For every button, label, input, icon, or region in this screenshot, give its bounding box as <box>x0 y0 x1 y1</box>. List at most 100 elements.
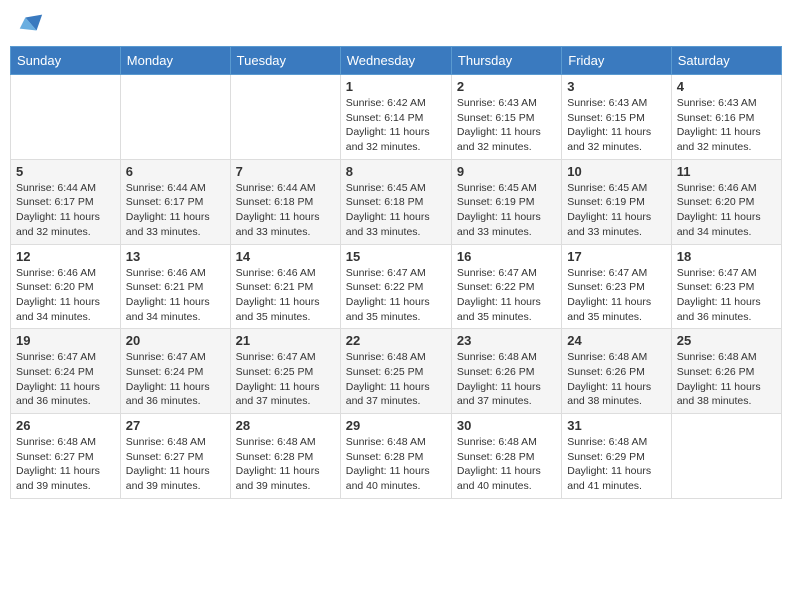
page-header <box>10 10 782 38</box>
calendar-cell: 3Sunrise: 6:43 AM Sunset: 6:15 PM Daylig… <box>562 75 671 160</box>
day-of-week-header: Sunday <box>11 47 121 75</box>
calendar-table: SundayMondayTuesdayWednesdayThursdayFrid… <box>10 46 782 499</box>
calendar-week-row: 1 Sunrise: 6:42 AM Sunset: 6:14 PM Daylig… <box>11 75 782 160</box>
day-info: Sunrise: 6:46 AM Sunset: 6:20 PM Dayligh… <box>677 181 776 240</box>
day-number: 31 <box>567 418 665 433</box>
calendar-cell: 7 Sunrise: 6:44 AM Sunset: 6:18 PM Daylig… <box>230 159 340 244</box>
day-number: 4 <box>677 79 776 94</box>
day-number: 19 <box>16 333 115 348</box>
day-info: Sunrise: 6:48 AM Sunset: 6:27 PM Dayligh… <box>126 435 225 494</box>
calendar-cell: 21 Sunrise: 6:47 AM Sunset: 6:25 PM Dayli… <box>230 329 340 414</box>
day-of-week-header: Saturday <box>671 47 781 75</box>
day-number: 2 <box>457 79 556 94</box>
calendar-cell <box>120 75 230 160</box>
day-info: Sunrise: 6:47 AM Sunset: 6:23 PM Dayligh… <box>677 266 776 325</box>
day-number: 16 <box>457 249 556 264</box>
day-info: Sunrise: 6:48 AM Sunset: 6:25 PM Dayligh… <box>346 350 446 409</box>
day-info: Sunrise: 6:48 AM Sunset: 6:28 PM Dayligh… <box>346 435 446 494</box>
day-number: 25 <box>677 333 776 348</box>
calendar-cell: 6Sunrise: 6:44 AM Sunset: 6:17 PM Daylig… <box>120 159 230 244</box>
calendar-week-row: 5 Sunrise: 6:44 AM Sunset: 6:17 PM Daylig… <box>11 159 782 244</box>
day-number: 13 <box>126 249 225 264</box>
calendar-cell: 9 Sunrise: 6:45 AM Sunset: 6:19 PM Daylig… <box>451 159 561 244</box>
day-of-week-header: Monday <box>120 47 230 75</box>
day-number: 1 <box>346 79 446 94</box>
day-info: Sunrise: 6:45 AM Sunset: 6:18 PM Dayligh… <box>346 181 446 240</box>
logo <box>14 10 44 38</box>
day-number: 24 <box>567 333 665 348</box>
day-info: Sunrise: 6:48 AM Sunset: 6:28 PM Dayligh… <box>457 435 556 494</box>
calendar-week-row: 19 Sunrise: 6:47 AM Sunset: 6:24 PM Dayli… <box>11 329 782 414</box>
day-of-week-header: Wednesday <box>340 47 451 75</box>
day-info: Sunrise: 6:48 AM Sunset: 6:26 PM Dayligh… <box>567 350 665 409</box>
calendar-cell: 27 Sunrise: 6:48 AM Sunset: 6:27 PM Dayli… <box>120 414 230 499</box>
calendar-cell: 25 Sunrise: 6:48 AM Sunset: 6:26 PM Dayli… <box>671 329 781 414</box>
day-number: 11 <box>677 164 776 179</box>
day-number: 7 <box>236 164 335 179</box>
day-number: 22 <box>346 333 446 348</box>
calendar-cell: 1 Sunrise: 6:42 AM Sunset: 6:14 PM Daylig… <box>340 75 451 160</box>
calendar-cell: 24 Sunrise: 6:48 AM Sunset: 6:26 PM Dayli… <box>562 329 671 414</box>
day-number: 6 <box>126 164 225 179</box>
day-info: Sunrise: 6:45 AM Sunset: 6:19 PM Dayligh… <box>567 181 665 240</box>
day-info: Sunrise: 6:45 AM Sunset: 6:19 PM Dayligh… <box>457 181 556 240</box>
calendar-cell: 15Sunrise: 6:47 AM Sunset: 6:22 PM Dayli… <box>340 244 451 329</box>
calendar-cell: 31 Sunrise: 6:48 AM Sunset: 6:29 PM Dayli… <box>562 414 671 499</box>
day-number: 29 <box>346 418 446 433</box>
calendar-cell <box>230 75 340 160</box>
calendar-cell: 18Sunrise: 6:47 AM Sunset: 6:23 PM Dayli… <box>671 244 781 329</box>
calendar-week-row: 26 Sunrise: 6:48 AM Sunset: 6:27 PM Dayli… <box>11 414 782 499</box>
calendar-cell: 20Sunrise: 6:47 AM Sunset: 6:24 PM Dayli… <box>120 329 230 414</box>
day-number: 21 <box>236 333 335 348</box>
calendar-cell: 10 Sunrise: 6:45 AM Sunset: 6:19 PM Dayli… <box>562 159 671 244</box>
day-number: 10 <box>567 164 665 179</box>
day-info: Sunrise: 6:42 AM Sunset: 6:14 PM Dayligh… <box>346 96 446 155</box>
calendar-cell: 8 Sunrise: 6:45 AM Sunset: 6:18 PM Daylig… <box>340 159 451 244</box>
day-number: 3 <box>567 79 665 94</box>
calendar-cell: 4 Sunrise: 6:43 AM Sunset: 6:16 PM Daylig… <box>671 75 781 160</box>
day-number: 17 <box>567 249 665 264</box>
calendar-cell: 22 Sunrise: 6:48 AM Sunset: 6:25 PM Dayli… <box>340 329 451 414</box>
calendar-cell: 13 Sunrise: 6:46 AM Sunset: 6:21 PM Dayli… <box>120 244 230 329</box>
calendar-cell: 26 Sunrise: 6:48 AM Sunset: 6:27 PM Dayli… <box>11 414 121 499</box>
day-info: Sunrise: 6:48 AM Sunset: 6:28 PM Dayligh… <box>236 435 335 494</box>
day-info: Sunrise: 6:44 AM Sunset: 6:17 PM Dayligh… <box>16 181 115 240</box>
calendar-cell <box>671 414 781 499</box>
calendar-cell <box>11 75 121 160</box>
day-info: Sunrise: 6:48 AM Sunset: 6:29 PM Dayligh… <box>567 435 665 494</box>
day-number: 14 <box>236 249 335 264</box>
day-info: Sunrise: 6:47 AM Sunset: 6:23 PM Dayligh… <box>567 266 665 325</box>
calendar-cell: 12 Sunrise: 6:46 AM Sunset: 6:20 PM Dayli… <box>11 244 121 329</box>
day-number: 15 <box>346 249 446 264</box>
day-of-week-header: Tuesday <box>230 47 340 75</box>
calendar-cell: 11 Sunrise: 6:46 AM Sunset: 6:20 PM Dayli… <box>671 159 781 244</box>
day-info: Sunrise: 6:48 AM Sunset: 6:27 PM Dayligh… <box>16 435 115 494</box>
day-info: Sunrise: 6:48 AM Sunset: 6:26 PM Dayligh… <box>677 350 776 409</box>
day-info: Sunrise: 6:47 AM Sunset: 6:22 PM Dayligh… <box>457 266 556 325</box>
day-number: 30 <box>457 418 556 433</box>
day-number: 27 <box>126 418 225 433</box>
day-number: 5 <box>16 164 115 179</box>
calendar-cell: 14 Sunrise: 6:46 AM Sunset: 6:21 PM Dayli… <box>230 244 340 329</box>
day-info: Sunrise: 6:44 AM Sunset: 6:18 PM Dayligh… <box>236 181 335 240</box>
day-info: Sunrise: 6:47 AM Sunset: 6:24 PM Dayligh… <box>126 350 225 409</box>
calendar-cell: 28Sunrise: 6:48 AM Sunset: 6:28 PM Dayli… <box>230 414 340 499</box>
day-info: Sunrise: 6:46 AM Sunset: 6:20 PM Dayligh… <box>16 266 115 325</box>
day-info: Sunrise: 6:47 AM Sunset: 6:25 PM Dayligh… <box>236 350 335 409</box>
day-info: Sunrise: 6:46 AM Sunset: 6:21 PM Dayligh… <box>236 266 335 325</box>
day-number: 12 <box>16 249 115 264</box>
day-number: 26 <box>16 418 115 433</box>
calendar-cell: 17 Sunrise: 6:47 AM Sunset: 6:23 PM Dayli… <box>562 244 671 329</box>
calendar-cell: 2 Sunrise: 6:43 AM Sunset: 6:15 PM Daylig… <box>451 75 561 160</box>
calendar-week-row: 12 Sunrise: 6:46 AM Sunset: 6:20 PM Dayli… <box>11 244 782 329</box>
calendar-cell: 16 Sunrise: 6:47 AM Sunset: 6:22 PM Dayli… <box>451 244 561 329</box>
day-number: 8 <box>346 164 446 179</box>
calendar-cell: 19Sunrise: 6:47 AM Sunset: 6:24 PM Dayli… <box>11 329 121 414</box>
day-info: Sunrise: 6:46 AM Sunset: 6:21 PM Dayligh… <box>126 266 225 325</box>
day-number: 9 <box>457 164 556 179</box>
day-info: Sunrise: 6:43 AM Sunset: 6:16 PM Dayligh… <box>677 96 776 155</box>
calendar-cell: 30 Sunrise: 6:48 AM Sunset: 6:28 PM Dayli… <box>451 414 561 499</box>
day-of-week-header: Thursday <box>451 47 561 75</box>
calendar-cell: 23Sunrise: 6:48 AM Sunset: 6:26 PM Dayli… <box>451 329 561 414</box>
day-info: Sunrise: 6:43 AM Sunset: 6:15 PM Dayligh… <box>457 96 556 155</box>
